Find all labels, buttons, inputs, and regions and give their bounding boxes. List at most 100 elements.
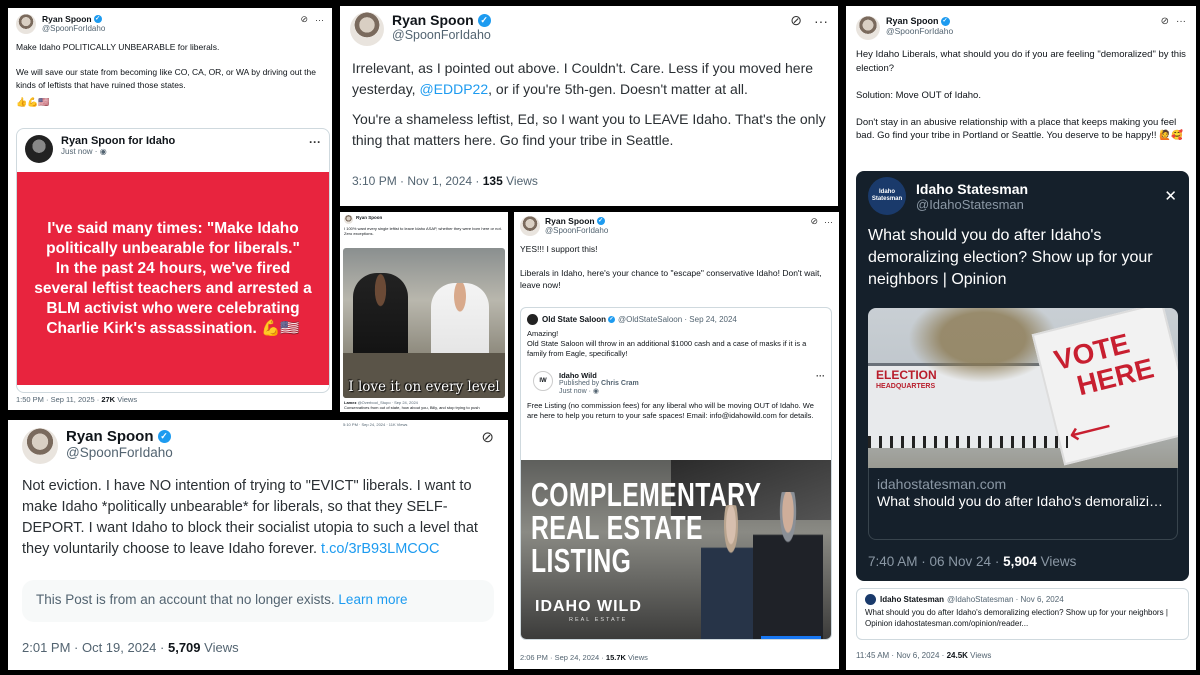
grok-icon[interactable]: ⊘	[790, 12, 802, 29]
listing-ad-image[interactable]: COMPLEMENTARY REAL ESTATE LISTING IDAHO …	[521, 460, 831, 639]
avatar[interactable]	[856, 16, 880, 40]
embedded-card[interactable]: Ryan Spoon for Idaho Just now · ◉ ··· I'…	[16, 128, 330, 393]
unavailable-notice: This Post is from an account that no lon…	[22, 580, 494, 622]
author-name[interactable]: Ryan Spoon	[356, 215, 382, 220]
verified-badge-icon: ✓	[477, 13, 491, 27]
verified-badge-icon: ✓	[940, 16, 950, 26]
author-handle[interactable]: @SpoonForIdaho	[886, 26, 953, 36]
red-banner: I've said many times: "Make Idaho politi…	[17, 172, 329, 385]
grok-icon[interactable]: ⊘	[300, 14, 308, 25]
author-name[interactable]: Ryan Spoon	[392, 12, 474, 28]
crowd	[868, 436, 1068, 448]
reply-text: Conservatives from out of state, how abo…	[344, 405, 480, 410]
post-text: Not eviction. I have NO intention of try…	[8, 464, 508, 560]
tco-link[interactable]: t.co/3rB93LMCOC	[321, 541, 439, 557]
post-timestamp[interactable]: 1:50 PM · Sep 11, 2025 ·	[16, 395, 99, 404]
statesman-timestamp[interactable]: 7:40 AM · 06 Nov 24 ·	[868, 554, 999, 569]
quoted-post[interactable]: Idaho Statesman @IdahoStatesman · Nov 6,…	[856, 588, 1189, 640]
avatar[interactable]	[520, 216, 540, 236]
view-count: 15.7K	[605, 653, 626, 662]
more-icon[interactable]: ···	[816, 371, 825, 381]
statesman-name[interactable]: Idaho Statesman	[916, 181, 1028, 197]
man-figure	[753, 492, 823, 639]
x-logo-icon[interactable]: ✕	[1164, 187, 1177, 205]
quoted-post[interactable]: Old State Saloon ✓ @OldStateSaloon · Sep…	[520, 307, 832, 640]
statesman-embed[interactable]: Idaho Statesman Idaho Statesman @IdahoSt…	[856, 171, 1189, 581]
verified-badge-icon: ✓	[596, 217, 605, 225]
fb-page-name[interactable]: Idaho Wild	[559, 371, 639, 380]
published-by: Published by	[559, 380, 600, 387]
statesman-logo[interactable]: Idaho Statesman	[868, 177, 906, 215]
author-name[interactable]: Ryan Spoon	[545, 216, 595, 226]
post-panel-5: 5:10 PM · Sep 24, 2024 · 11K Views Ryan …	[8, 420, 508, 670]
mention-link[interactable]: @EDDP22	[419, 81, 488, 97]
fb-time: Just now ·	[559, 388, 591, 395]
more-icon[interactable]: ···	[1176, 16, 1186, 27]
meme-image[interactable]: I love it on every level	[343, 248, 505, 398]
author-handle[interactable]: @SpoonForIdaho	[66, 445, 173, 460]
post-text-part: , or if you're 5th-gen. Doesn't matter a…	[488, 80, 748, 97]
fb-author[interactable]: Chris Cram	[601, 380, 639, 387]
fb-text: Free Listing (no commission fees) for an…	[527, 401, 814, 420]
notice-text: This Post is from an account that no lon…	[36, 592, 335, 607]
post-timestamp[interactable]: 2:01 PM · Oct 19, 2024 ·	[22, 640, 164, 655]
post-panel-1: Ryan Spoon ✓ @SpoonForIdaho ⊘ ··· Make I…	[8, 8, 332, 410]
views-label: Views	[628, 653, 648, 662]
quoted-author-name[interactable]: Idaho Statesman	[880, 595, 944, 604]
author-name[interactable]: Ryan Spoon	[66, 428, 154, 445]
quoted-author-name[interactable]: Old State Saloon	[542, 315, 606, 324]
views-label: Views	[117, 395, 138, 404]
more-icon[interactable]: ···	[309, 135, 321, 149]
avatar[interactable]	[16, 14, 36, 34]
ad-button[interactable]	[761, 636, 821, 639]
more-icon[interactable]: ···	[814, 13, 828, 29]
globe-icon: ◉	[99, 147, 107, 156]
avatar[interactable]	[25, 135, 53, 163]
card-time: Just now ·	[61, 147, 98, 156]
view-count: 5,709	[167, 640, 201, 655]
election-sign-text: ELECTION	[876, 368, 937, 382]
avatar[interactable]	[350, 12, 384, 46]
statesman-logo[interactable]	[865, 594, 876, 605]
statesman-logo-text: Idaho Statesman	[871, 189, 903, 202]
post-panel-4: Ryan Spoon ✓ @SpoonForIdaho ⊘ ··· YES!!!…	[514, 212, 839, 669]
avatar[interactable]	[344, 215, 353, 224]
author-name[interactable]: Ryan Spoon	[42, 14, 92, 24]
globe-icon: ◉	[592, 388, 599, 395]
views-label: Views	[970, 651, 992, 660]
quoted-text: Amazing! Old State Saloon will throw in …	[527, 329, 807, 358]
view-count: 135	[482, 174, 503, 188]
ad-brand: IDAHO WILD	[535, 598, 642, 615]
article-image[interactable]: ELECTION HEADQUARTERS VOTE HERE ⟵	[868, 308, 1178, 468]
author-handle[interactable]: @SpoonForIdaho	[545, 226, 608, 235]
link-card[interactable]: idahostatesman.com What should you do af…	[868, 468, 1178, 540]
views-label: Views	[204, 640, 239, 655]
view-count: 27K	[101, 395, 116, 404]
more-icon[interactable]: ···	[824, 217, 833, 227]
ad-brand-sub: REAL ESTATE	[569, 617, 628, 623]
post-panel-6: Ryan Spoon ✓ @SpoonForIdaho ⊘ ··· Hey Id…	[846, 6, 1196, 670]
more-icon[interactable]: ···	[315, 15, 324, 25]
post-text: I 100% want every single leftist to leav…	[344, 226, 502, 236]
post-timestamp[interactable]: 3:10 PM · Nov 1, 2024 ·	[352, 174, 479, 188]
author-name[interactable]: Ryan Spoon	[886, 16, 939, 26]
banner-text: I've said many times: "Make Idaho politi…	[34, 219, 312, 337]
post-timestamp[interactable]: 2:06 PM · Sep 24, 2024 ·	[520, 653, 604, 662]
grok-icon[interactable]: ⊘	[810, 216, 818, 227]
grok-icon[interactable]: ⊘	[1161, 16, 1169, 27]
post-timestamp[interactable]: 11:45 AM · Nov 6, 2024 ·	[856, 651, 944, 660]
avatar[interactable]	[527, 314, 538, 325]
card-author-name[interactable]: Ryan Spoon for Idaho	[61, 135, 175, 147]
quoted-meta: @IdahoStatesman · Nov 6, 2024	[947, 595, 1064, 604]
avatar[interactable]	[22, 428, 58, 464]
grok-icon[interactable]: ⊘	[481, 428, 494, 446]
idaho-wild-logo[interactable]: IW	[533, 371, 553, 391]
author-handle[interactable]: @SpoonForIdaho	[42, 24, 105, 33]
statesman-view-count: 5,904	[1003, 554, 1037, 569]
author-handle[interactable]: @SpoonForIdaho	[392, 28, 491, 42]
statesman-handle[interactable]: @IdahoStatesman	[916, 197, 1028, 212]
election-hq-sign: ELECTION HEADQUARTERS	[876, 368, 937, 392]
woman-figure	[701, 505, 761, 639]
learn-more-link[interactable]: Learn more	[338, 592, 407, 607]
post-text: Hey Idaho Liberals, what should you do i…	[856, 49, 1186, 141]
